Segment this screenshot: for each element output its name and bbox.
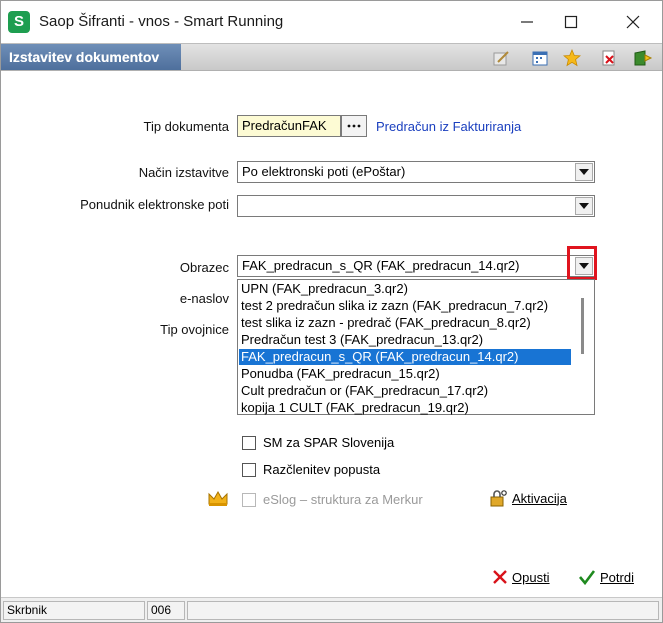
maximize-button[interactable]	[551, 7, 591, 37]
minimize-icon	[521, 21, 533, 23]
ellipsis-icon	[347, 124, 361, 128]
dropdown-highlight-frame	[567, 246, 597, 280]
potrdi-label: Potrdi	[600, 569, 634, 585]
dialog-window: S Saop Šifranti - vnos - Smart Running I…	[0, 0, 663, 623]
opusti-label: Opusti	[512, 569, 550, 585]
close-icon	[626, 15, 640, 29]
enaslov-label: e-naslov	[179, 291, 229, 306]
edit-icon[interactable]	[491, 48, 511, 68]
dropdown-item[interactable]: kopija 1 CULT (FAK_predracun_19.qr2)	[239, 400, 571, 416]
browse-button[interactable]	[341, 115, 367, 137]
delete-document-icon[interactable]	[599, 48, 619, 68]
nacin-dropdown-button[interactable]	[575, 163, 593, 181]
cancel-x-icon	[493, 570, 507, 584]
ponudnik-combo[interactable]	[237, 195, 595, 217]
nacin-izstavitve-label: Način izstavitve	[138, 165, 229, 180]
razclenitev-label: Razčlenitev popusta	[263, 462, 381, 477]
close-button[interactable]	[613, 7, 653, 37]
checkmark-icon	[579, 570, 596, 585]
razclenitev-checkbox[interactable]	[242, 463, 256, 477]
eslog-label: eSlog – struktura za Merkur	[263, 492, 423, 507]
sm-spar-checkbox[interactable]	[242, 436, 256, 450]
ponudnik-label: Ponudnik elektronske poti	[80, 197, 229, 212]
window-title: Saop Šifranti - vnos - Smart Running	[39, 13, 284, 30]
crown-icon	[207, 489, 229, 507]
nacin-izstavitve-value: Po elektronski poti (ePoštar)	[242, 164, 406, 179]
scrollbar-thumb[interactable]	[581, 298, 584, 354]
obrazec-dropdown-list[interactable]: UPN (FAK_predracun_3.qr2) test 2 predrač…	[237, 279, 595, 415]
dropdown-item-selected[interactable]: FAK_predracun_s_QR (FAK_predracun_14.qr2…	[239, 349, 571, 365]
nacin-izstavitve-combo[interactable]: Po elektronski poti (ePoštar)	[237, 161, 595, 183]
dropdown-item[interactable]: Predračun test 3 (FAK_predracun_13.qr2)	[239, 332, 571, 348]
status-empty-cell	[187, 601, 659, 620]
obrazec-label: Obrazec	[179, 260, 229, 275]
lock-key-icon	[490, 490, 507, 507]
aktivacija-button[interactable]: Aktivacija	[488, 488, 567, 508]
dropdown-item[interactable]: test slika iz zazn - predrač (FAK_predra…	[239, 315, 571, 331]
opusti-button[interactable]: Opusti	[492, 569, 550, 585]
title-bar[interactable]: S Saop Šifranti - vnos - Smart Running	[1, 1, 662, 43]
ponudnik-dropdown-button[interactable]	[575, 197, 593, 215]
chevron-down-icon	[579, 203, 589, 209]
section-header: Izstavitev dokumentov	[1, 43, 662, 71]
tip-dokumenta-input[interactable]: PredračunFAK	[237, 115, 341, 137]
app-logo-icon: S	[8, 11, 30, 33]
chevron-down-icon	[579, 169, 589, 175]
dropdown-item[interactable]: test 2 predračun slika iz zazn (FAK_pred…	[239, 298, 571, 314]
potrdi-button[interactable]: Potrdi	[578, 569, 634, 585]
status-code: 006	[147, 601, 185, 620]
sm-spar-label: SM za SPAR Slovenija	[263, 435, 395, 450]
maximize-icon	[564, 15, 578, 29]
minimize-button[interactable]	[507, 7, 547, 37]
tip-dokumenta-label: Tip dokumenta	[143, 119, 229, 134]
aktivacija-label: Aktivacija	[512, 490, 567, 506]
obrazec-combo[interactable]: FAK_predracun_s_QR (FAK_predracun_14.qr2…	[237, 255, 595, 277]
dropdown-item[interactable]: Ponudba (FAK_predracun_15.qr2)	[239, 366, 571, 382]
tip-ovojnice-label: Tip ovojnice	[160, 322, 229, 337]
tip-dokumenta-description: Predračun iz Fakturiranja	[376, 119, 522, 134]
obrazec-value: FAK_predracun_s_QR (FAK_predracun_14.qr2…	[242, 258, 520, 273]
status-user: Skrbnik	[3, 601, 145, 620]
dropdown-scrollbar[interactable]	[572, 280, 594, 414]
exit-book-icon[interactable]	[633, 48, 653, 68]
dropdown-item[interactable]: UPN (FAK_predracun_3.qr2)	[239, 281, 571, 297]
dropdown-item[interactable]: Cult predračun or (FAK_predracun_17.qr2)	[239, 383, 571, 399]
favorite-star-icon[interactable]	[562, 48, 582, 68]
status-bar: Skrbnik 006	[1, 597, 662, 622]
section-title: Izstavitev dokumentov	[9, 49, 160, 65]
eslog-checkbox[interactable]	[242, 493, 256, 507]
calendar-icon[interactable]	[530, 48, 550, 68]
